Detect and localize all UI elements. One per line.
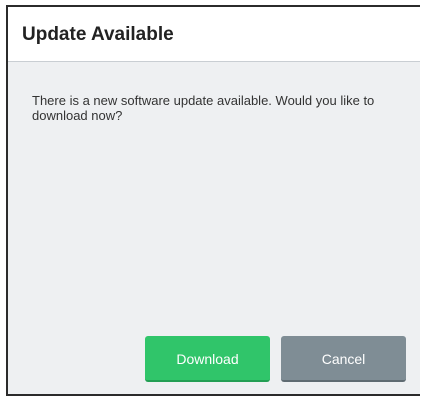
dialog-title: Update Available <box>22 24 174 45</box>
cancel-button[interactable]: Cancel <box>281 336 406 382</box>
page: Update Available There is a new software… <box>0 0 423 401</box>
download-button[interactable]: Download <box>145 336 270 382</box>
dialog-header: Update Available <box>8 7 420 62</box>
update-dialog: Update Available There is a new software… <box>6 5 420 396</box>
dialog-body: There is a new software update available… <box>8 62 420 394</box>
dialog-message: There is a new software update available… <box>32 93 375 123</box>
